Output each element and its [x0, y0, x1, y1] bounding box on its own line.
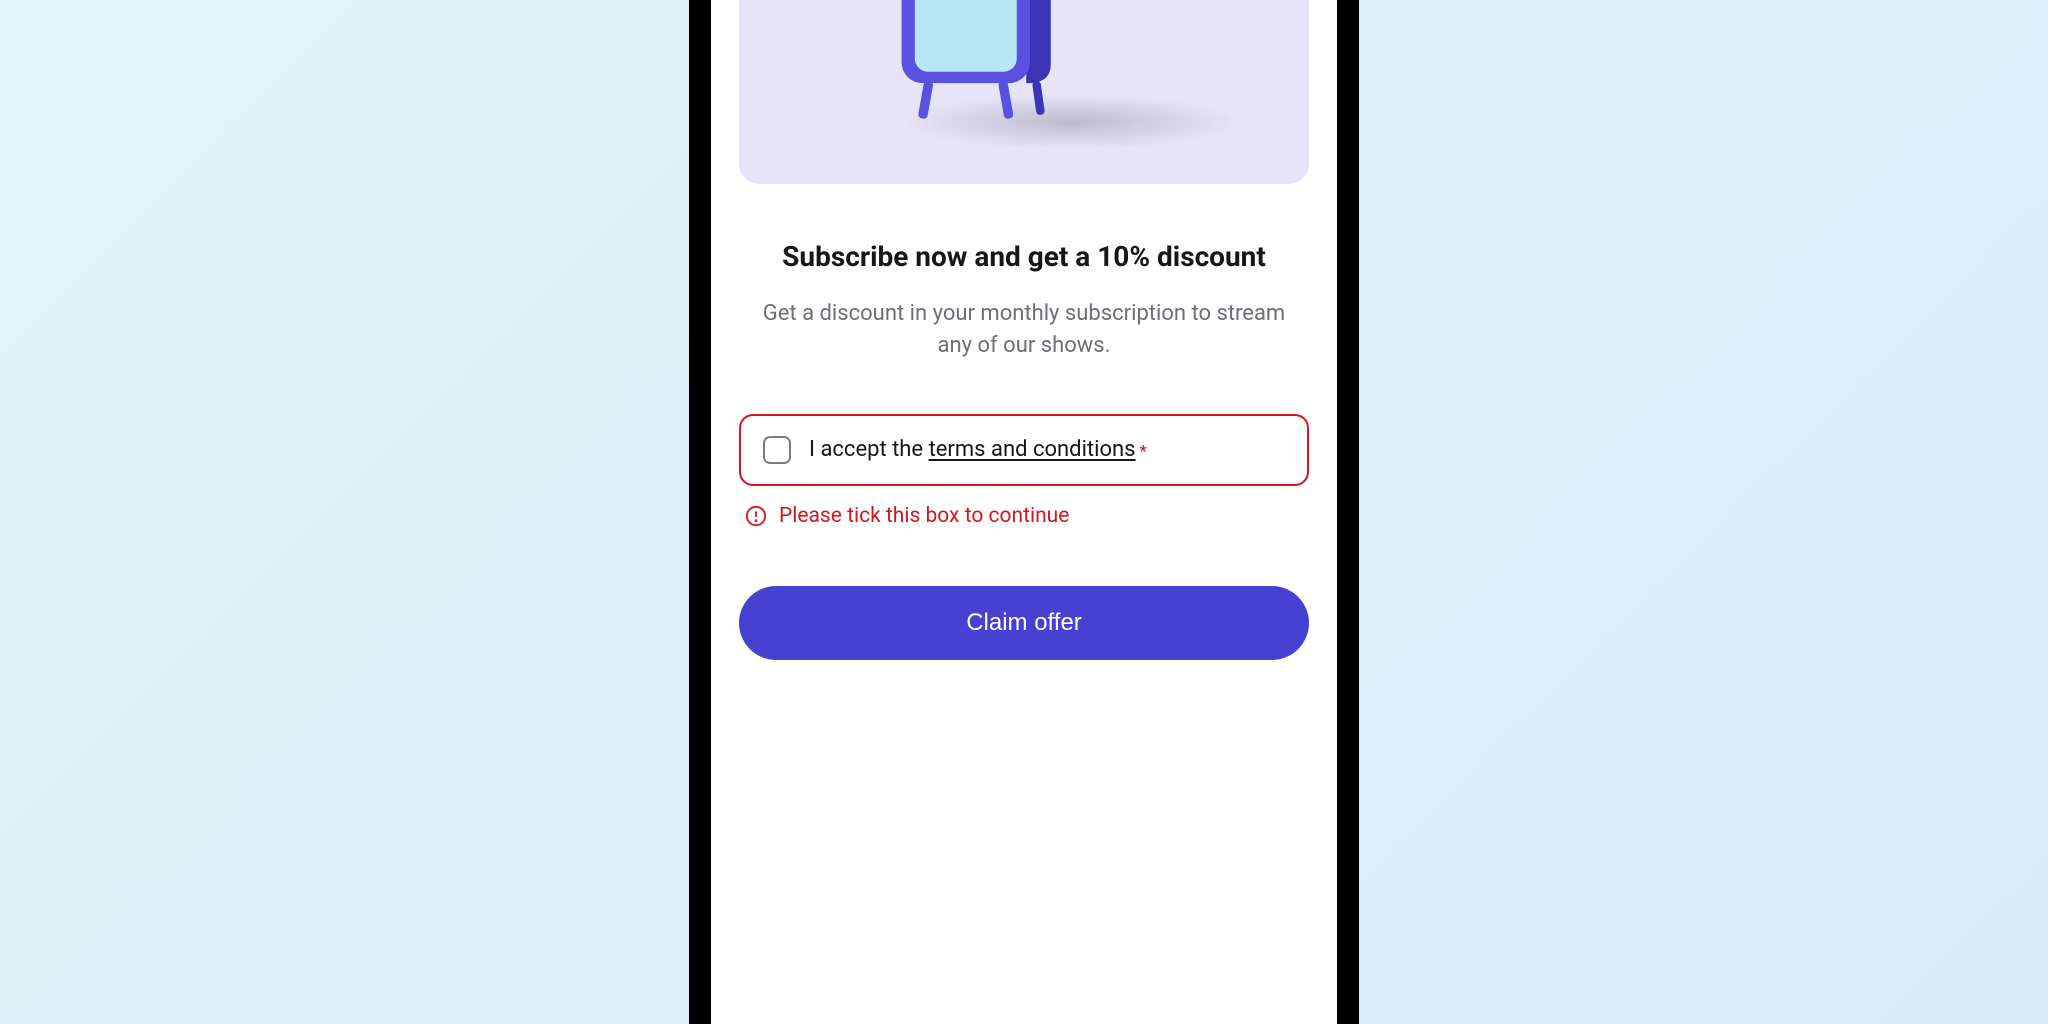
required-asterisk: * — [1140, 441, 1147, 460]
accept-terms-checkbox[interactable] — [763, 436, 791, 464]
offer-subhead: Get a discount in your monthly subscript… — [743, 298, 1305, 362]
tv-icon — [884, 0, 1164, 140]
consent-field[interactable]: I accept the terms and conditions* — [739, 414, 1309, 486]
consent-label-prefix: I accept the — [809, 437, 929, 462]
error-message-text: Please tick this box to continue — [779, 504, 1069, 528]
alert-circle-icon — [745, 505, 767, 527]
consent-label-wrap: I accept the terms and conditions* — [809, 437, 1147, 462]
app-screen: Subscribe now and get a 10% discount Get… — [711, 0, 1337, 1024]
phone-frame: Subscribe now and get a 10% discount Get… — [689, 0, 1359, 1024]
hero-illustration-panel — [739, 0, 1309, 184]
terms-link[interactable]: terms and conditions — [929, 437, 1136, 462]
claim-offer-button[interactable]: Claim offer — [739, 586, 1309, 660]
error-message-row: Please tick this box to continue — [745, 504, 1309, 528]
offer-headline: Subscribe now and get a 10% discount — [759, 238, 1289, 276]
